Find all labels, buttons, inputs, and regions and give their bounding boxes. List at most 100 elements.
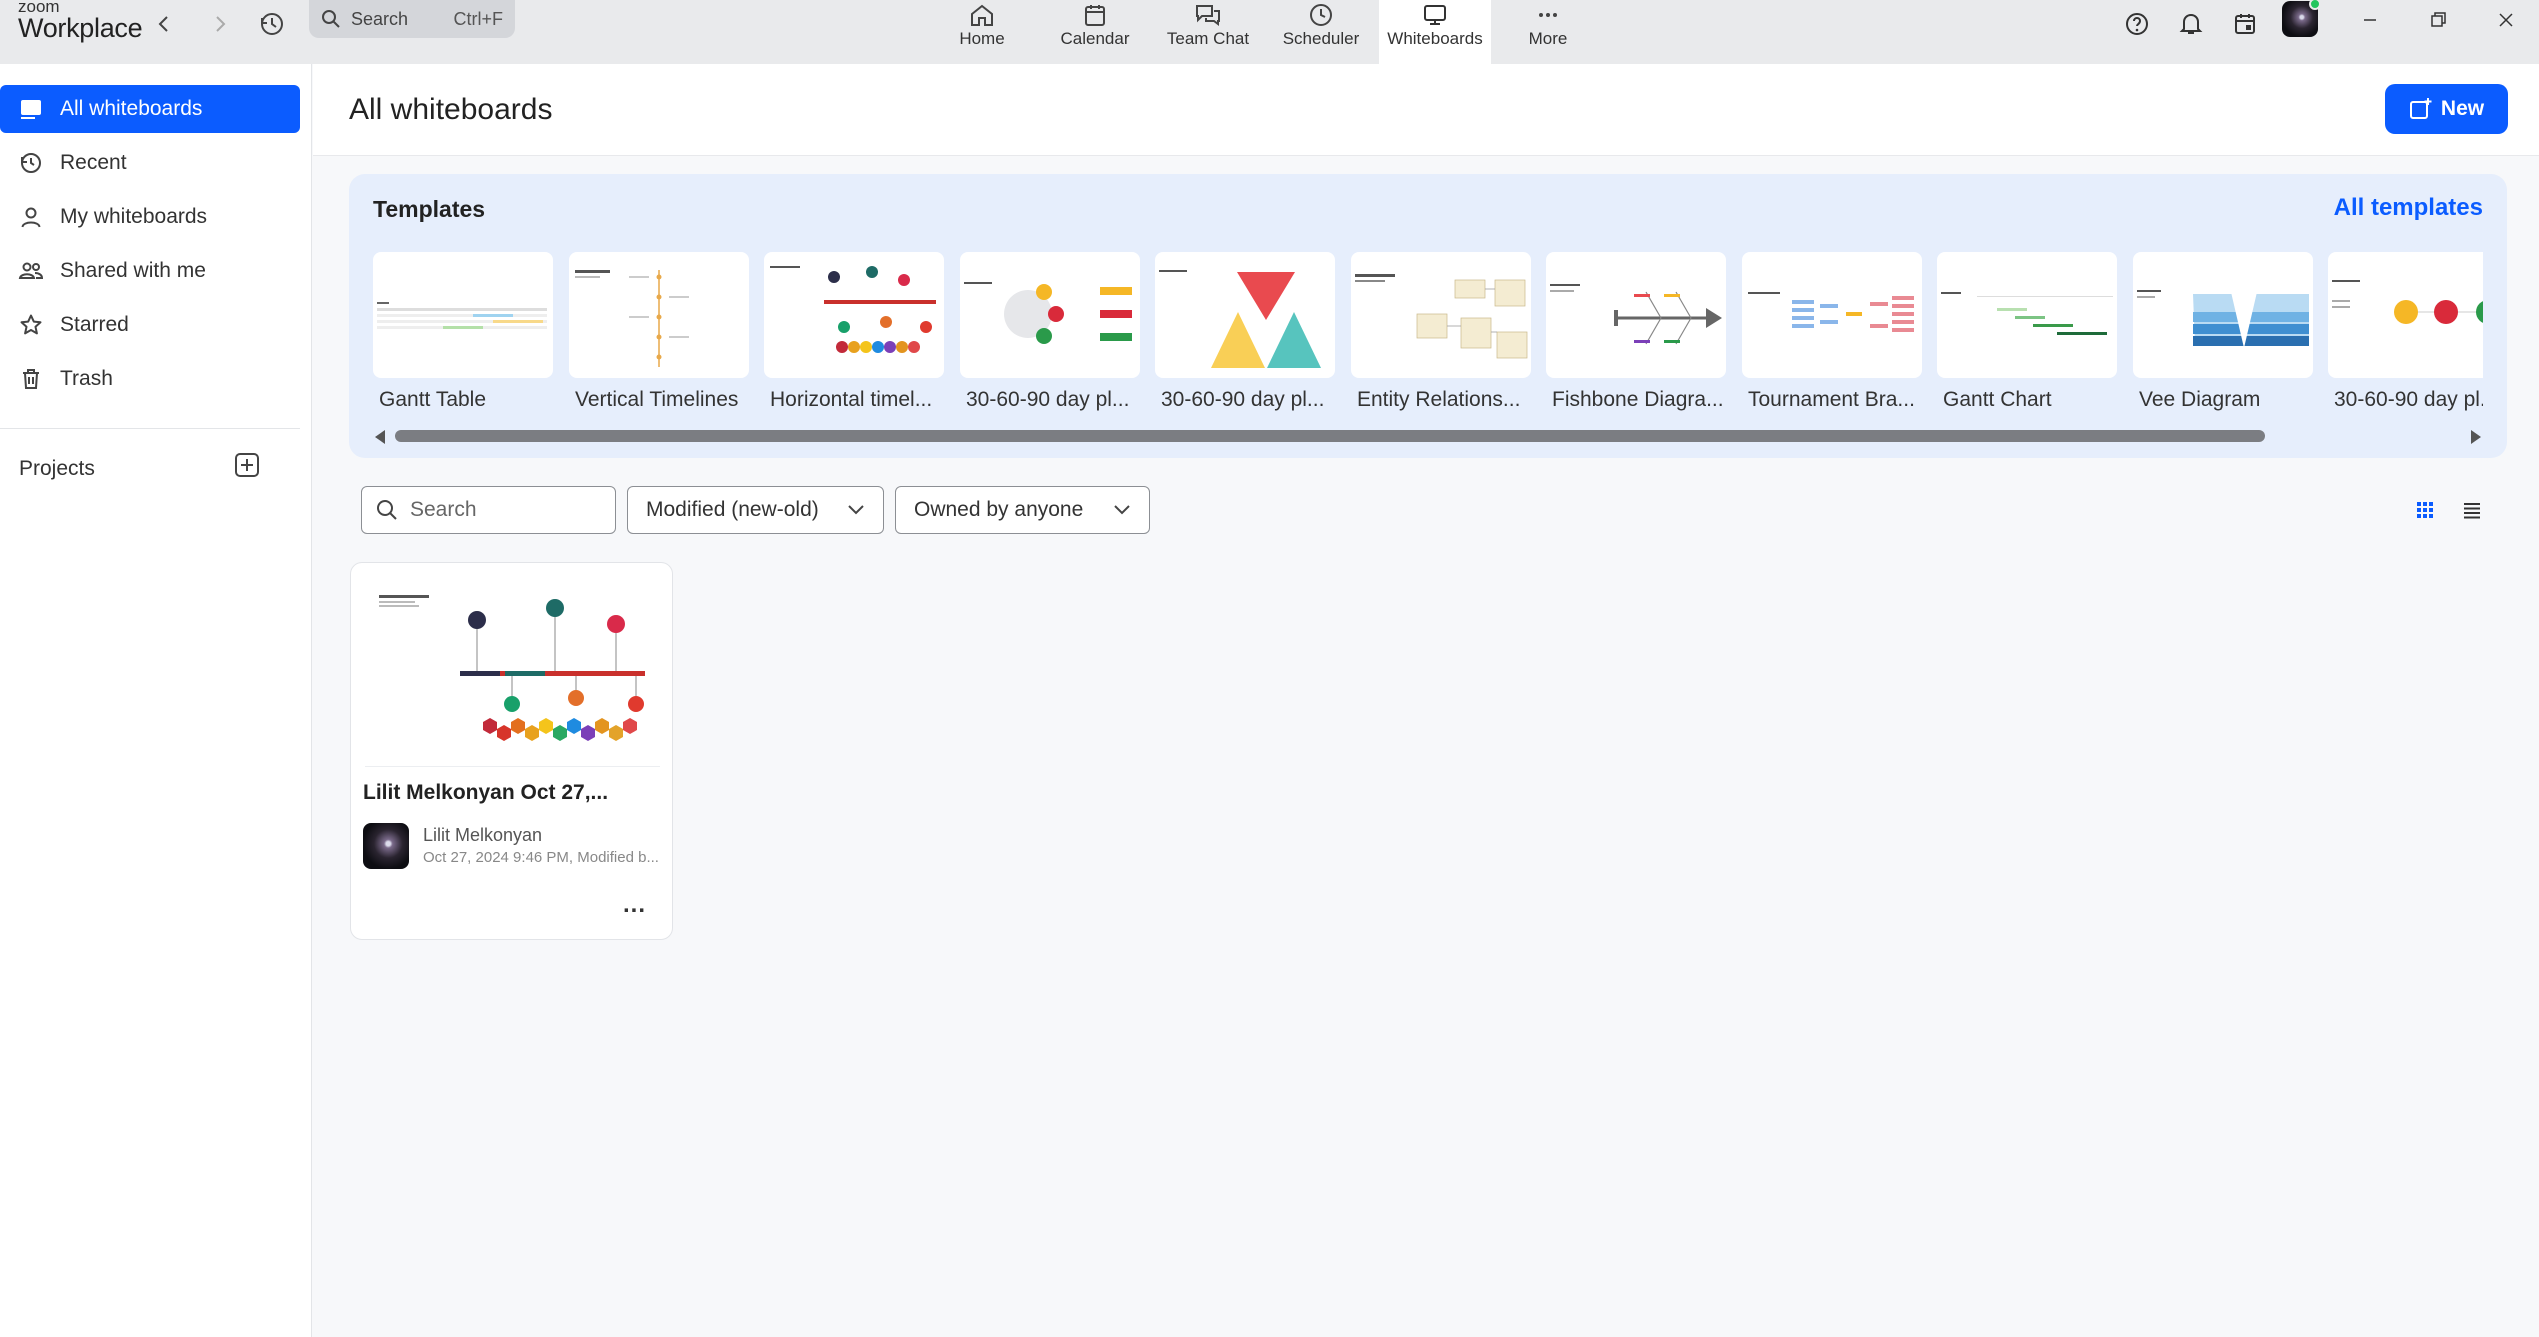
grid-view-icon[interactable]: [2410, 495, 2440, 525]
whiteboard-search-input[interactable]: Search: [361, 486, 616, 534]
template-thumbnail: [1351, 252, 1531, 378]
template-card[interactable]: Gantt Table: [373, 252, 553, 412]
tab-label: More: [1528, 29, 1568, 48]
template-card[interactable]: 30-60-90 day pl...: [960, 252, 1140, 412]
template-thumbnail: [1742, 252, 1922, 378]
new-label: New: [2440, 97, 2485, 120]
template-thumbnail: [1937, 252, 2117, 378]
person-icon: [18, 204, 44, 230]
user-avatar[interactable]: [2282, 0, 2321, 37]
tab-team-chat[interactable]: Team Chat: [1152, 0, 1264, 64]
template-name: 30-60-90 day pl...: [1161, 388, 1325, 411]
sidebar-item-label: Starred: [60, 313, 129, 336]
template-card[interactable]: Tournament Bra...: [1742, 252, 1922, 412]
whiteboard-title[interactable]: Lilit Melkonyan Oct 27,...: [363, 781, 608, 805]
template-name: Vee Diagram: [2139, 388, 2261, 411]
forward-icon[interactable]: [204, 8, 236, 40]
owner-name: Lilit Melkonyan: [423, 825, 543, 845]
add-project-icon[interactable]: [234, 452, 260, 478]
sort-dropdown[interactable]: Modified (new-old): [627, 486, 884, 534]
search-shortcut: Ctrl+F: [453, 8, 504, 29]
templates-scrollbar[interactable]: [373, 426, 2483, 444]
bell-icon[interactable]: [2175, 8, 2207, 40]
sidebar-item-label: Trash: [60, 367, 113, 390]
chat-icon: [1196, 5, 1220, 26]
template-card[interactable]: Entity Relations...: [1351, 252, 1531, 412]
list-view-icon[interactable]: [2457, 495, 2487, 525]
global-search[interactable]: Search Ctrl+F: [309, 0, 515, 38]
close-icon[interactable]: [2486, 4, 2526, 36]
search-icon: [377, 500, 397, 520]
sidebar-item-shared[interactable]: Shared with me: [0, 247, 300, 295]
owner-dropdown[interactable]: Owned by anyone: [895, 486, 1150, 534]
main-header: All whiteboards New: [313, 64, 2539, 156]
template-name: Horizontal timel...: [770, 388, 933, 411]
search-icon: [322, 10, 340, 28]
projects-label: Projects: [19, 457, 95, 480]
trash-icon: [18, 366, 44, 392]
search-label: Search: [351, 8, 409, 29]
sidebar-item-label: My whiteboards: [60, 205, 208, 228]
template-thumbnail: [569, 252, 749, 378]
new-whiteboard-button[interactable]: New: [2385, 84, 2508, 134]
template-card[interactable]: Vee Diagram: [2133, 252, 2313, 412]
tab-scheduler[interactable]: Scheduler: [1265, 0, 1377, 64]
template-name: Entity Relations...: [1357, 388, 1521, 411]
tab-label: Team Chat: [1166, 29, 1250, 48]
tab-label: Home: [959, 29, 1005, 48]
template-thumbnail: [960, 252, 1140, 378]
sidebar-item-starred[interactable]: Starred: [0, 301, 300, 349]
template-thumbnail: [1155, 252, 1335, 378]
tab-label: Whiteboards: [1387, 29, 1483, 48]
template-thumbnail: [764, 252, 944, 378]
template-card[interactable]: Horizontal timel...: [764, 252, 944, 412]
whiteboard-icon: [18, 96, 44, 122]
template-thumbnail: [1546, 252, 1726, 378]
template-name: Gantt Chart: [1943, 388, 2052, 411]
title-bar: zoom Workplace Search Ctrl+F Home Calend…: [0, 0, 2539, 64]
scroll-left-icon[interactable]: [375, 430, 385, 444]
template-card[interactable]: Fishbone Diagra...: [1546, 252, 1726, 412]
templates-panel: Templates All templates Gantt Table Vert…: [349, 174, 2507, 458]
template-card[interactable]: 30-60-90 day pl...: [1155, 252, 1335, 412]
calendar-status-icon[interactable]: [2229, 8, 2261, 40]
more-options-icon[interactable]: ...: [623, 891, 646, 919]
back-icon[interactable]: [148, 8, 180, 40]
history-icon[interactable]: [256, 8, 288, 40]
chevron-down-icon: [1114, 505, 1130, 515]
template-thumbnail: [2133, 252, 2313, 378]
template-card[interactable]: Vertical Timelines: [569, 252, 749, 412]
scrollbar-thumb[interactable]: [395, 430, 2265, 442]
owner-avatar: [363, 823, 409, 869]
template-thumbnail: [373, 252, 553, 378]
scroll-right-icon[interactable]: [2471, 430, 2481, 444]
more-icon: [1539, 13, 1557, 17]
sidebar-item-all-whiteboards[interactable]: All whiteboards: [0, 85, 300, 133]
sidebar-item-trash[interactable]: Trash: [0, 355, 300, 403]
tab-calendar[interactable]: Calendar: [1039, 0, 1151, 64]
tab-more[interactable]: More: [1492, 0, 1604, 64]
template-thumbnail: [2328, 252, 2483, 378]
tab-home[interactable]: Home: [926, 0, 1038, 64]
tab-whiteboards[interactable]: Whiteboards: [1379, 0, 1491, 64]
all-templates-link[interactable]: All templates: [2334, 194, 2483, 222]
template-card[interactable]: 30-60-90 day pl...: [2328, 252, 2483, 412]
sidebar-item-my-whiteboards[interactable]: My whiteboards: [0, 193, 300, 241]
people-icon: [18, 258, 44, 284]
whiteboard-icon: [1424, 5, 1446, 25]
sidebar-item-label: Recent: [60, 151, 127, 174]
page-title: All whiteboards: [349, 93, 553, 126]
presence-dot: [2309, 0, 2321, 10]
tab-label: Scheduler: [1282, 29, 1360, 48]
minimize-icon[interactable]: [2350, 4, 2390, 36]
template-name: 30-60-90 day pl...: [2334, 388, 2483, 411]
home-icon: [971, 4, 993, 26]
help-icon[interactable]: [2121, 8, 2153, 40]
template-card[interactable]: Gantt Chart: [1937, 252, 2117, 412]
template-name: Vertical Timelines: [575, 388, 739, 411]
sidebar-item-recent[interactable]: Recent: [0, 139, 300, 187]
template-name: Gantt Table: [379, 388, 487, 411]
app-logo: zoom Workplace: [18, 0, 143, 42]
restore-icon[interactable]: [2418, 4, 2458, 36]
whiteboard-card[interactable]: Lilit Melkonyan Oct 27,... Lilit Melkony…: [350, 562, 673, 940]
